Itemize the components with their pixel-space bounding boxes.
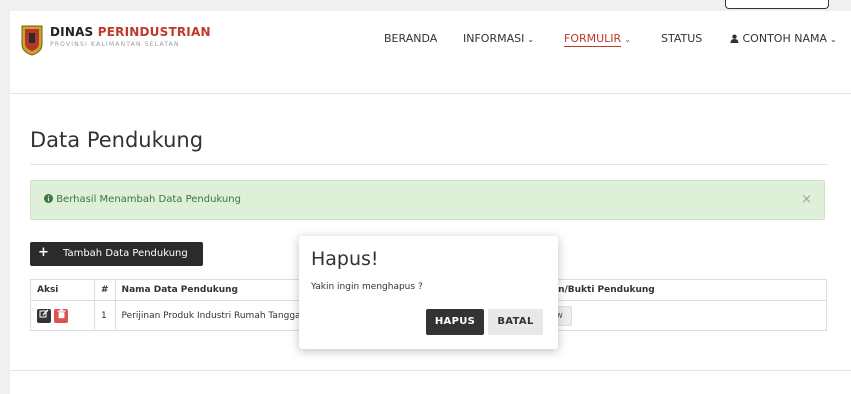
title-divider: [30, 164, 827, 165]
chevron-down-icon: ⌄: [624, 35, 631, 44]
confirm-delete-button[interactable]: HAPUS: [426, 309, 484, 335]
row-actions: [30, 300, 95, 331]
navbar-divider: [10, 93, 851, 94]
alert-message: Berhasil Menambah Data Pendukung: [44, 194, 241, 205]
footer-divider: [10, 370, 851, 371]
brand-title-part2: PERINDUSTRIAN: [97, 25, 211, 39]
page-title: Data Pendukung: [30, 128, 204, 152]
alert-text: Berhasil Menambah Data Pendukung: [56, 194, 241, 205]
close-icon[interactable]: ×: [801, 192, 812, 207]
cancel-button[interactable]: BATAL: [488, 309, 543, 335]
column-header-no: #: [94, 279, 116, 301]
info-icon: [44, 194, 53, 203]
chevron-down-icon: ⌄: [527, 35, 535, 44]
trash-icon[interactable]: [54, 308, 68, 323]
nav-user-label: CONTOH NAMA: [742, 32, 827, 45]
nav-informasi[interactable]: INFORMASI ⌄: [463, 32, 534, 45]
logo-emblem-icon: [21, 25, 43, 56]
add-data-button[interactable]: + Tambah Data Pendukung: [30, 242, 203, 266]
nav-beranda-label: BERANDA: [384, 32, 438, 45]
brand-title-part1: DINAS: [50, 25, 98, 39]
brand-subtitle: PROVINSI KALIMANTAN SELATAN: [50, 41, 180, 48]
add-data-label: Tambah Data Pendukung: [63, 248, 188, 259]
column-header-aksi: Aksi: [30, 279, 95, 301]
success-alert: Berhasil Menambah Data Pendukung ×: [30, 180, 825, 220]
nav-beranda[interactable]: BERANDA: [384, 32, 437, 45]
top-strip-button[interactable]: [725, 0, 829, 9]
nav-informasi-label: INFORMASI: [463, 32, 525, 45]
nav-formulir-label: FORMULIR: [564, 32, 622, 47]
edit-icon[interactable]: [37, 308, 51, 323]
plus-icon: +: [38, 245, 49, 260]
chevron-down-icon: ⌄: [829, 35, 837, 44]
dialog-title: Hapus!: [311, 248, 379, 270]
confirm-dialog: Hapus! Yakin ingin menghapus ? HAPUS BAT…: [299, 236, 558, 349]
dialog-message: Yakin ingin menghapus ?: [311, 282, 423, 292]
row-number: 1: [94, 300, 116, 331]
brand-title[interactable]: DINAS PERINDUSTRIAN: [50, 25, 211, 39]
navbar: DINAS PERINDUSTRIAN PROVINSI KALIMANTAN …: [10, 11, 851, 69]
user-icon: [730, 34, 739, 43]
nav-status-label: STATUS: [661, 32, 703, 45]
nav-user-menu[interactable]: CONTOH NAMA ⌄: [730, 32, 837, 45]
nav-formulir[interactable]: FORMULIR ⌄: [564, 32, 631, 47]
nav-status[interactable]: STATUS: [661, 32, 702, 45]
